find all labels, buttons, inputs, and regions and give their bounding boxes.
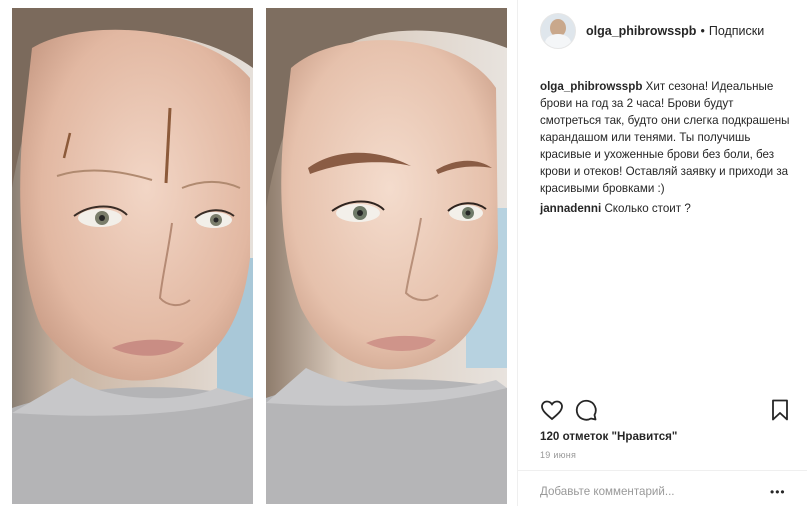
separator-dot: • bbox=[700, 24, 705, 38]
comment-item: jannadenni Сколько стоит ? bbox=[540, 200, 790, 217]
more-options-button[interactable]: ••• bbox=[770, 485, 786, 499]
comments-list: olga_phibrowsspb Хит сезона! Идеальные б… bbox=[540, 78, 790, 220]
post-date: 19 июня bbox=[540, 450, 577, 460]
post-sidebar: olga_phibrowsspb • Подписки olga_phibrow… bbox=[517, 0, 807, 506]
add-comment-input[interactable]: Добавьте комментарий... bbox=[540, 485, 675, 498]
comment-author[interactable]: olga_phibrowsspb bbox=[540, 80, 642, 93]
post-actions bbox=[540, 398, 790, 424]
comment-item: olga_phibrowsspb Хит сезона! Идеальные б… bbox=[540, 78, 790, 197]
after-photo bbox=[266, 8, 507, 504]
post-header: olga_phibrowsspb • Подписки bbox=[540, 12, 764, 50]
before-photo bbox=[12, 8, 253, 504]
comment-icon[interactable] bbox=[574, 398, 598, 422]
divider bbox=[518, 470, 807, 471]
heart-icon[interactable] bbox=[540, 398, 564, 422]
username-link[interactable]: olga_phibrowsspb bbox=[586, 24, 696, 38]
likes-count[interactable]: 120 отметок "Нравится" bbox=[540, 430, 677, 443]
comment-text: Сколько стоит ? bbox=[604, 202, 691, 215]
comment-author[interactable]: jannadenni bbox=[540, 202, 601, 215]
instagram-post: olga_phibrowsspb • Подписки olga_phibrow… bbox=[0, 0, 807, 506]
post-photo[interactable] bbox=[0, 0, 517, 506]
avatar[interactable] bbox=[540, 13, 576, 49]
bookmark-icon[interactable] bbox=[768, 398, 792, 422]
comment-text: Хит сезона! Идеальные брови на год за 2 … bbox=[540, 80, 790, 195]
follow-button[interactable]: Подписки bbox=[709, 24, 764, 38]
